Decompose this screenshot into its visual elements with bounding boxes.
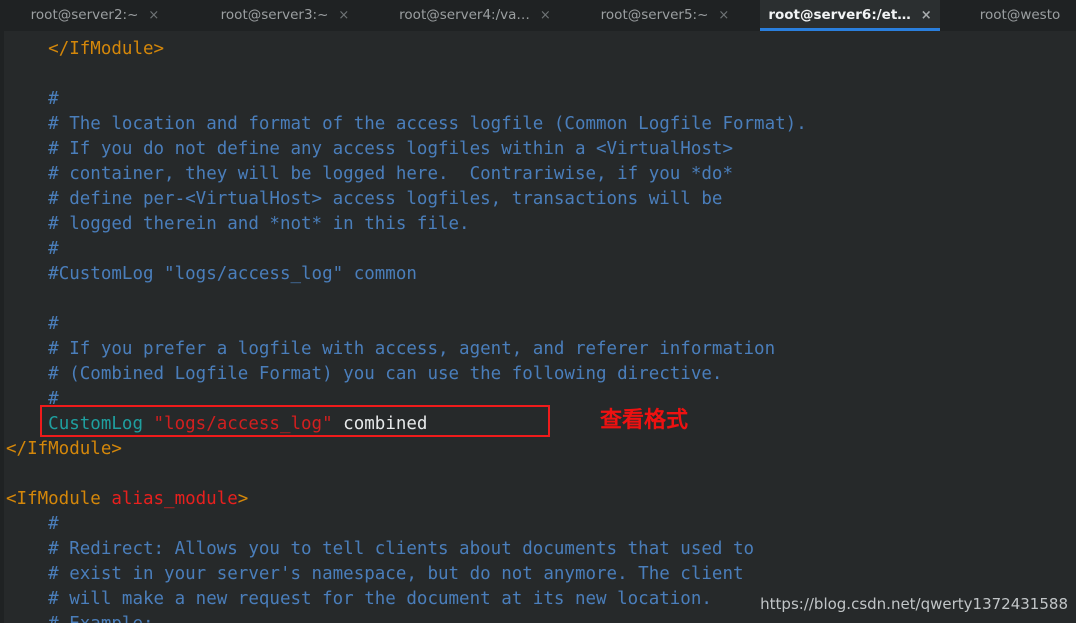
code-line: # If you do not define any access logfil… [0, 137, 807, 162]
code-line: # [0, 512, 807, 537]
tab-label: root@server3:~ [220, 6, 329, 23]
code-token: </IfModule> [6, 439, 122, 459]
code-token: # [48, 89, 59, 109]
tab-label: root@server5:~ [600, 6, 709, 23]
code-token: </IfModule> [48, 39, 165, 59]
terminal-tab-3[interactable]: root@server4:/va… × [380, 0, 570, 31]
terminal-tab-5[interactable]: root@server6:/et… × [760, 0, 940, 31]
terminal-tab-2[interactable]: root@server3:~ × [190, 0, 380, 31]
code-token: # If you prefer a logfile with access, a… [48, 339, 776, 359]
code-token: # (Combined Logfile Format) you can use … [48, 364, 723, 384]
terminal-text-content[interactable]: </IfModule> # # The location and format … [0, 31, 807, 623]
code-token: # exist in your server's namespace, but … [48, 564, 744, 584]
tab-label: root@server2:~ [30, 6, 139, 23]
code-token: # Redirect: Allows you to tell clients a… [48, 539, 755, 559]
terminal-tab-1[interactable]: root@server2:~ × [0, 0, 190, 31]
tab-close-icon[interactable]: × [718, 9, 729, 22]
terminal-tab-4[interactable]: root@server5:~ × [570, 0, 760, 31]
code-token: #CustomLog "logs/access_log" common [48, 264, 417, 284]
code-token: combined [332, 414, 428, 434]
code-token: <IfModule [6, 489, 112, 509]
code-token: # will make a new request for the docume… [48, 589, 712, 609]
tab-close-icon[interactable]: × [921, 9, 932, 22]
tab-label: root@server6:/et… [768, 6, 911, 23]
code-token: # [48, 514, 59, 534]
tab-close-icon[interactable]: × [338, 9, 349, 22]
code-token: > [237, 489, 249, 509]
code-token: # [48, 239, 59, 259]
code-token: # If you do not define any access logfil… [48, 139, 733, 159]
code-token: # [48, 314, 59, 334]
code-token: # container, they will be logged here. C… [48, 164, 733, 184]
code-line: # Example: [0, 612, 807, 623]
terminal-tab-6[interactable]: root@westo [940, 0, 1076, 31]
code-token: # logged therein and *not* in this file. [48, 214, 470, 234]
code-line: # If you prefer a logfile with access, a… [0, 337, 807, 362]
tab-label: root@westo [979, 6, 1061, 23]
code-line: # define per-<VirtualHost> access logfil… [0, 187, 807, 212]
tab-label: root@server4:/va… [399, 6, 530, 23]
terminal-tab-bar: root@server2:~ × root@server3:~ × root@serve… [0, 0, 1076, 32]
code-token: alias_module [111, 489, 238, 509]
code-line: #CustomLog "logs/access_log" common [0, 262, 807, 287]
code-line: # [0, 237, 807, 262]
code-token: CustomLog [48, 414, 154, 434]
code-line: # The location and format of the access … [0, 112, 807, 137]
code-line: # Redirect: Allows you to tell clients a… [0, 537, 807, 562]
tab-close-icon[interactable]: × [540, 9, 551, 22]
code-token: # define per-<VirtualHost> access logfil… [48, 189, 723, 209]
code-token: # The location and format of the access … [48, 114, 807, 134]
code-line: # will make a new request for the docume… [0, 587, 807, 612]
code-line: # [0, 312, 807, 337]
code-line: # [0, 87, 807, 112]
code-line: <IfModule alias_module> [0, 487, 807, 512]
code-token: # Example: [48, 614, 153, 623]
code-line: # (Combined Logfile Format) you can use … [0, 362, 807, 387]
watermark-url: https://blog.csdn.net/qwerty1372431588 [760, 595, 1068, 613]
annotation-view-format: 查看格式 [600, 408, 689, 433]
tab-close-icon[interactable]: × [148, 9, 159, 22]
code-line: # container, they will be logged here. C… [0, 162, 807, 187]
code-line: # logged therein and *not* in this file. [0, 212, 807, 237]
code-line: # exist in your server's namespace, but … [0, 562, 807, 587]
code-token: "logs/access_log" [153, 414, 333, 434]
code-line: </IfModule> [0, 37, 807, 62]
code-line: </IfModule> [0, 437, 807, 462]
code-token: # [48, 389, 59, 409]
terminal-viewport[interactable]: </IfModule> # # The location and format … [0, 31, 1076, 623]
